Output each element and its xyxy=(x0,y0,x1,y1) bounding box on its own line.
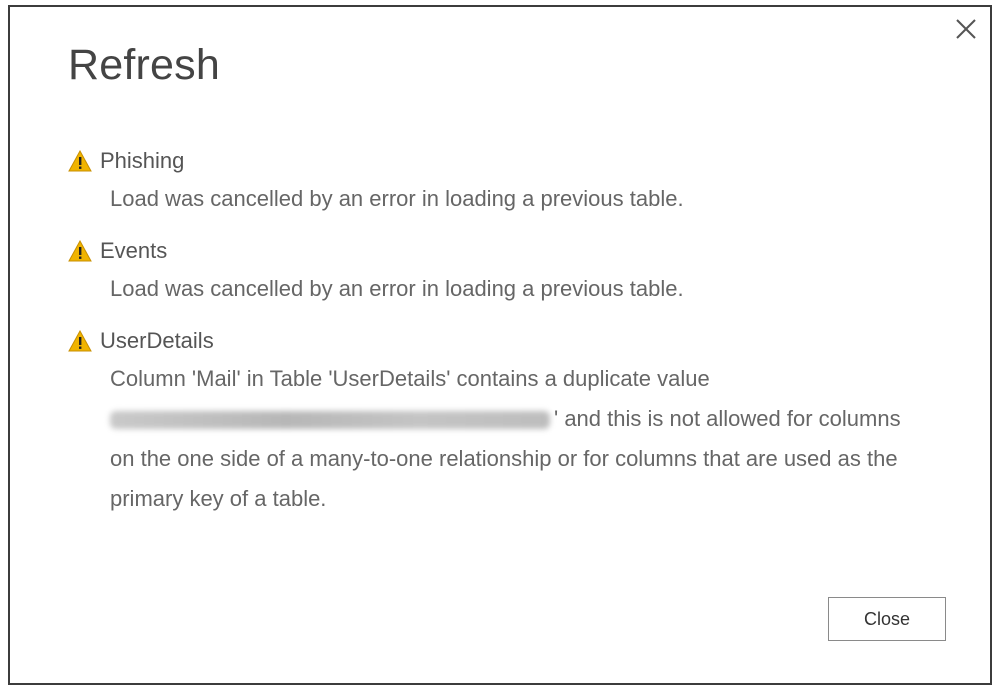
message-text: Load was cancelled by an error in loadin… xyxy=(110,276,684,301)
warning-icon xyxy=(68,150,92,172)
message-header: UserDetails xyxy=(68,325,928,357)
warning-icon xyxy=(68,330,92,352)
redacted-value xyxy=(110,411,550,430)
close-button[interactable]: Close xyxy=(828,597,946,641)
message-header: Events xyxy=(68,235,928,267)
message-text-before: Column 'Mail' in Table 'UserDetails' con… xyxy=(110,366,710,391)
message-item: Phishing Load was cancelled by an error … xyxy=(68,145,928,219)
message-text: Column 'Mail' in Table 'UserDetails' con… xyxy=(68,359,928,519)
close-icon[interactable] xyxy=(952,15,980,43)
message-header: Phishing xyxy=(68,145,928,177)
refresh-dialog: Refresh Phishing Load was cancelled by a… xyxy=(8,5,992,685)
message-item: Events Load was cancelled by an error in… xyxy=(68,235,928,309)
message-table-name: Events xyxy=(100,238,168,263)
message-text: Load was cancelled by an error in loadin… xyxy=(110,186,684,211)
message-table-name: Phishing xyxy=(100,148,185,173)
message-item: UserDetails Column 'Mail' in Table 'User… xyxy=(68,325,928,519)
message-table-name: UserDetails xyxy=(100,328,214,353)
message-list: Phishing Load was cancelled by an error … xyxy=(68,145,928,535)
warning-icon xyxy=(68,240,92,262)
dialog-title: Refresh xyxy=(68,41,220,89)
